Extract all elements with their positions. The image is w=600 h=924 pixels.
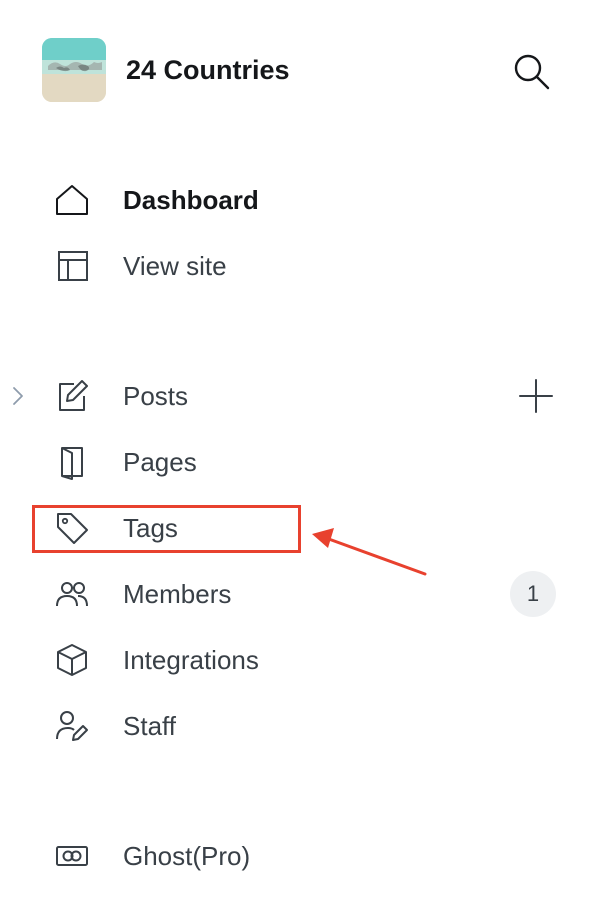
tag-icon bbox=[52, 510, 92, 546]
nav-item-view-site[interactable]: View site bbox=[0, 238, 600, 294]
sidebar-header: 24 Countries bbox=[0, 0, 600, 140]
nav-item-tags[interactable]: Tags bbox=[0, 500, 600, 556]
site-logo[interactable] bbox=[42, 38, 106, 102]
layout-icon bbox=[52, 248, 92, 284]
cube-icon bbox=[52, 642, 92, 678]
ghost-pro-icon bbox=[52, 838, 92, 874]
search-icon bbox=[514, 54, 550, 90]
nav-item-integrations[interactable]: Integrations bbox=[0, 632, 600, 688]
nav-item-label: Ghost(Pro) bbox=[123, 841, 251, 871]
site-title[interactable]: 24 Countries bbox=[126, 52, 290, 88]
chevron-right-icon[interactable] bbox=[8, 384, 28, 408]
nav-item-label: View site bbox=[123, 251, 227, 281]
nav-item-ghost-pro[interactable]: Ghost(Pro) bbox=[0, 828, 600, 884]
nav-item-members[interactable]: Members 1 bbox=[0, 566, 600, 622]
members-count-badge: 1 bbox=[510, 571, 556, 617]
edit-icon bbox=[52, 378, 92, 414]
nav-item-label: Integrations bbox=[123, 645, 259, 675]
pages-icon bbox=[52, 444, 92, 480]
nav-item-label: Pages bbox=[123, 447, 197, 477]
add-post-button[interactable] bbox=[512, 376, 560, 416]
nav-item-staff[interactable]: Staff bbox=[0, 698, 600, 754]
nav-item-label: Dashboard bbox=[123, 185, 259, 215]
staff-icon bbox=[52, 708, 92, 744]
nav-item-posts[interactable]: Posts bbox=[0, 368, 600, 424]
nav-item-label: Members bbox=[123, 579, 232, 609]
search-button[interactable] bbox=[508, 48, 556, 96]
members-icon bbox=[52, 576, 92, 612]
nav-item-label: Tags bbox=[123, 513, 178, 543]
home-icon bbox=[52, 182, 92, 218]
plus-icon bbox=[519, 379, 553, 413]
nav-item-label: Posts bbox=[123, 381, 189, 411]
nav-item-pages[interactable]: Pages bbox=[0, 434, 600, 490]
nav-item-label: Staff bbox=[123, 711, 177, 741]
nav-item-dashboard[interactable]: Dashboard bbox=[0, 172, 600, 228]
